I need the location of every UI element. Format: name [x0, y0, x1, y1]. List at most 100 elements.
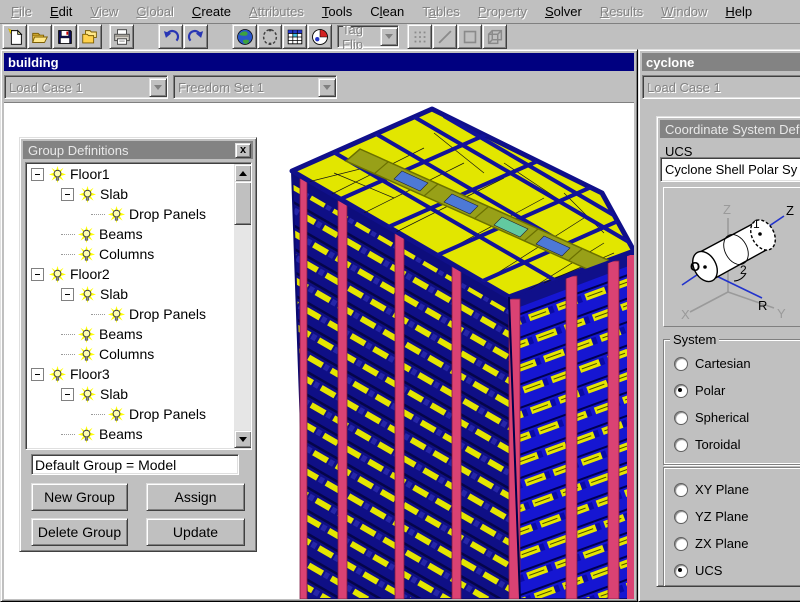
tree-item-label: Beams [99, 326, 143, 342]
tree-collapse-icon[interactable] [31, 168, 44, 181]
close-icon[interactable]: x [235, 143, 251, 158]
tree-scrollbar[interactable] [234, 164, 250, 448]
label-z-global: Z [723, 202, 731, 217]
save-icon[interactable] [52, 24, 77, 49]
radio-icon[interactable] [674, 483, 688, 497]
bulb-icon [78, 326, 95, 343]
assign-button[interactable]: Assign [146, 483, 245, 511]
tree-item-label: Slab [100, 186, 128, 202]
radio-icon[interactable] [674, 564, 688, 578]
building-right-face [509, 251, 634, 599]
undo-icon[interactable] [158, 24, 183, 49]
tree-collapse-icon[interactable] [31, 368, 44, 381]
tree-item-floor2[interactable]: Floor2 [27, 264, 234, 284]
tree-item-drop-panels[interactable]: Drop Panels [27, 304, 234, 324]
tag-flip-dropdown: Tag Flip [337, 25, 399, 48]
menu-clean[interactable]: Clean [361, 1, 413, 23]
tree-item-columns[interactable]: Columns [27, 344, 234, 364]
tree-item-slab[interactable]: Slab [27, 184, 234, 204]
menu-create[interactable]: Create [183, 1, 240, 23]
radio-label: Polar [695, 383, 725, 398]
tree-collapse-icon[interactable] [31, 268, 44, 281]
radio-icon[interactable] [674, 384, 688, 398]
radio-icon[interactable] [674, 357, 688, 371]
radio-toroidal[interactable]: Toroidal [674, 437, 800, 452]
dashed-loop-icon[interactable] [257, 24, 282, 49]
menu-attributes: Attributes [240, 1, 313, 23]
radio-icon[interactable] [674, 537, 688, 551]
tree-connector [91, 214, 105, 215]
menu-help[interactable]: Help [716, 1, 761, 23]
group-tree[interactable]: Floor1SlabDrop PanelsBeamsColumnsFloor2S… [25, 162, 252, 450]
coordinate-diagram: Z X Y O 1 2 R Z [663, 187, 800, 327]
tree-collapse-icon[interactable] [61, 188, 74, 201]
globe-icon[interactable] [232, 24, 257, 49]
coordinate-system-dialog: Coordinate System Defi UCS Cyclone Shell… [656, 116, 800, 587]
model-viewport[interactable]: Group Definitions x Floor1SlabDrop Panel… [4, 102, 634, 599]
chart-circle-icon[interactable] [307, 24, 332, 49]
scroll-up-icon[interactable] [234, 164, 252, 182]
radio-zx-plane[interactable]: ZX Plane [674, 536, 800, 551]
tree-collapse-icon[interactable] [61, 288, 74, 301]
bulb-icon [79, 186, 96, 203]
tree-item-beams[interactable]: Beams [27, 324, 234, 344]
radio-label: Spherical [695, 410, 749, 425]
bulb-icon [49, 366, 66, 383]
radio-xy-plane[interactable]: XY Plane [674, 482, 800, 497]
group-definitions-titlebar[interactable]: Group Definitions x [23, 141, 253, 159]
tree-item-columns[interactable]: Columns [27, 244, 234, 264]
bulb-icon [79, 386, 96, 403]
radio-icon[interactable] [674, 438, 688, 452]
coordinate-system-titlebar[interactable]: Coordinate System Defi [660, 120, 800, 138]
menu-solver[interactable]: Solver [536, 1, 591, 23]
new-group-button[interactable]: New Group [31, 483, 128, 511]
tree-item-drop-panels[interactable]: Drop Panels [27, 204, 234, 224]
coordinate-system-name-dropdown[interactable]: Cyclone Shell Polar Sy [660, 157, 800, 182]
tree-connector [91, 314, 105, 315]
cyclone-window-titlebar[interactable]: cyclone [642, 53, 800, 71]
redo-icon[interactable] [183, 24, 208, 49]
tree-item-slab[interactable]: Slab [27, 284, 234, 304]
tree-item-beams[interactable]: Beams [27, 424, 234, 444]
group-tree-items: Floor1SlabDrop PanelsBeamsColumnsFloor2S… [27, 164, 234, 448]
scroll-down-icon[interactable] [234, 430, 252, 448]
tree-item-label: Drop Panels [129, 306, 206, 322]
radio-label: UCS [695, 563, 722, 578]
new-file-icon[interactable] [2, 24, 27, 49]
tree-item-floor1[interactable]: Floor1 [27, 164, 234, 184]
tree-item-label: Slab [100, 286, 128, 302]
scrollbar-thumb[interactable] [234, 181, 252, 225]
radio-spherical[interactable]: Spherical [674, 410, 800, 425]
radio-polar[interactable]: Polar [674, 383, 800, 398]
radio-yz-plane[interactable]: YZ Plane [674, 509, 800, 524]
cyclone-load-case-dropdown: Load Case 1 [642, 75, 800, 99]
tree-item-label: Beams [99, 226, 143, 242]
radio-cartesian[interactable]: Cartesian [674, 356, 800, 371]
radio-ucs[interactable]: UCS [674, 563, 800, 578]
building-window-titlebar[interactable]: building [4, 53, 634, 71]
tree-item-label: Columns [99, 346, 154, 362]
tree-connector [61, 234, 75, 235]
tree-item-floor3[interactable]: Floor3 [27, 364, 234, 384]
tree-connector [91, 414, 105, 415]
line-icon [432, 24, 457, 49]
tree-connector [61, 334, 75, 335]
print-icon[interactable] [109, 24, 134, 49]
grid-table-icon[interactable] [282, 24, 307, 49]
radio-icon[interactable] [674, 411, 688, 425]
menu-tools[interactable]: Tools [313, 1, 361, 23]
menu-edit[interactable]: Edit [41, 1, 81, 23]
default-group-field[interactable] [31, 454, 239, 475]
tree-item-label: Beams [99, 426, 143, 442]
system-groupbox: System CartesianPolarSphericalToroidal [663, 339, 800, 465]
radio-icon[interactable] [674, 510, 688, 524]
delete-group-button[interactable]: Delete Group [31, 518, 128, 546]
open-folder-icon[interactable] [27, 24, 52, 49]
tree-item-drop-panels[interactable]: Drop Panels [27, 404, 234, 424]
label-r: R [758, 298, 767, 313]
tree-item-beams[interactable]: Beams [27, 224, 234, 244]
tree-item-slab[interactable]: Slab [27, 384, 234, 404]
tree-collapse-icon[interactable] [61, 388, 74, 401]
update-button[interactable]: Update [146, 518, 245, 546]
folders-icon[interactable] [77, 24, 102, 49]
